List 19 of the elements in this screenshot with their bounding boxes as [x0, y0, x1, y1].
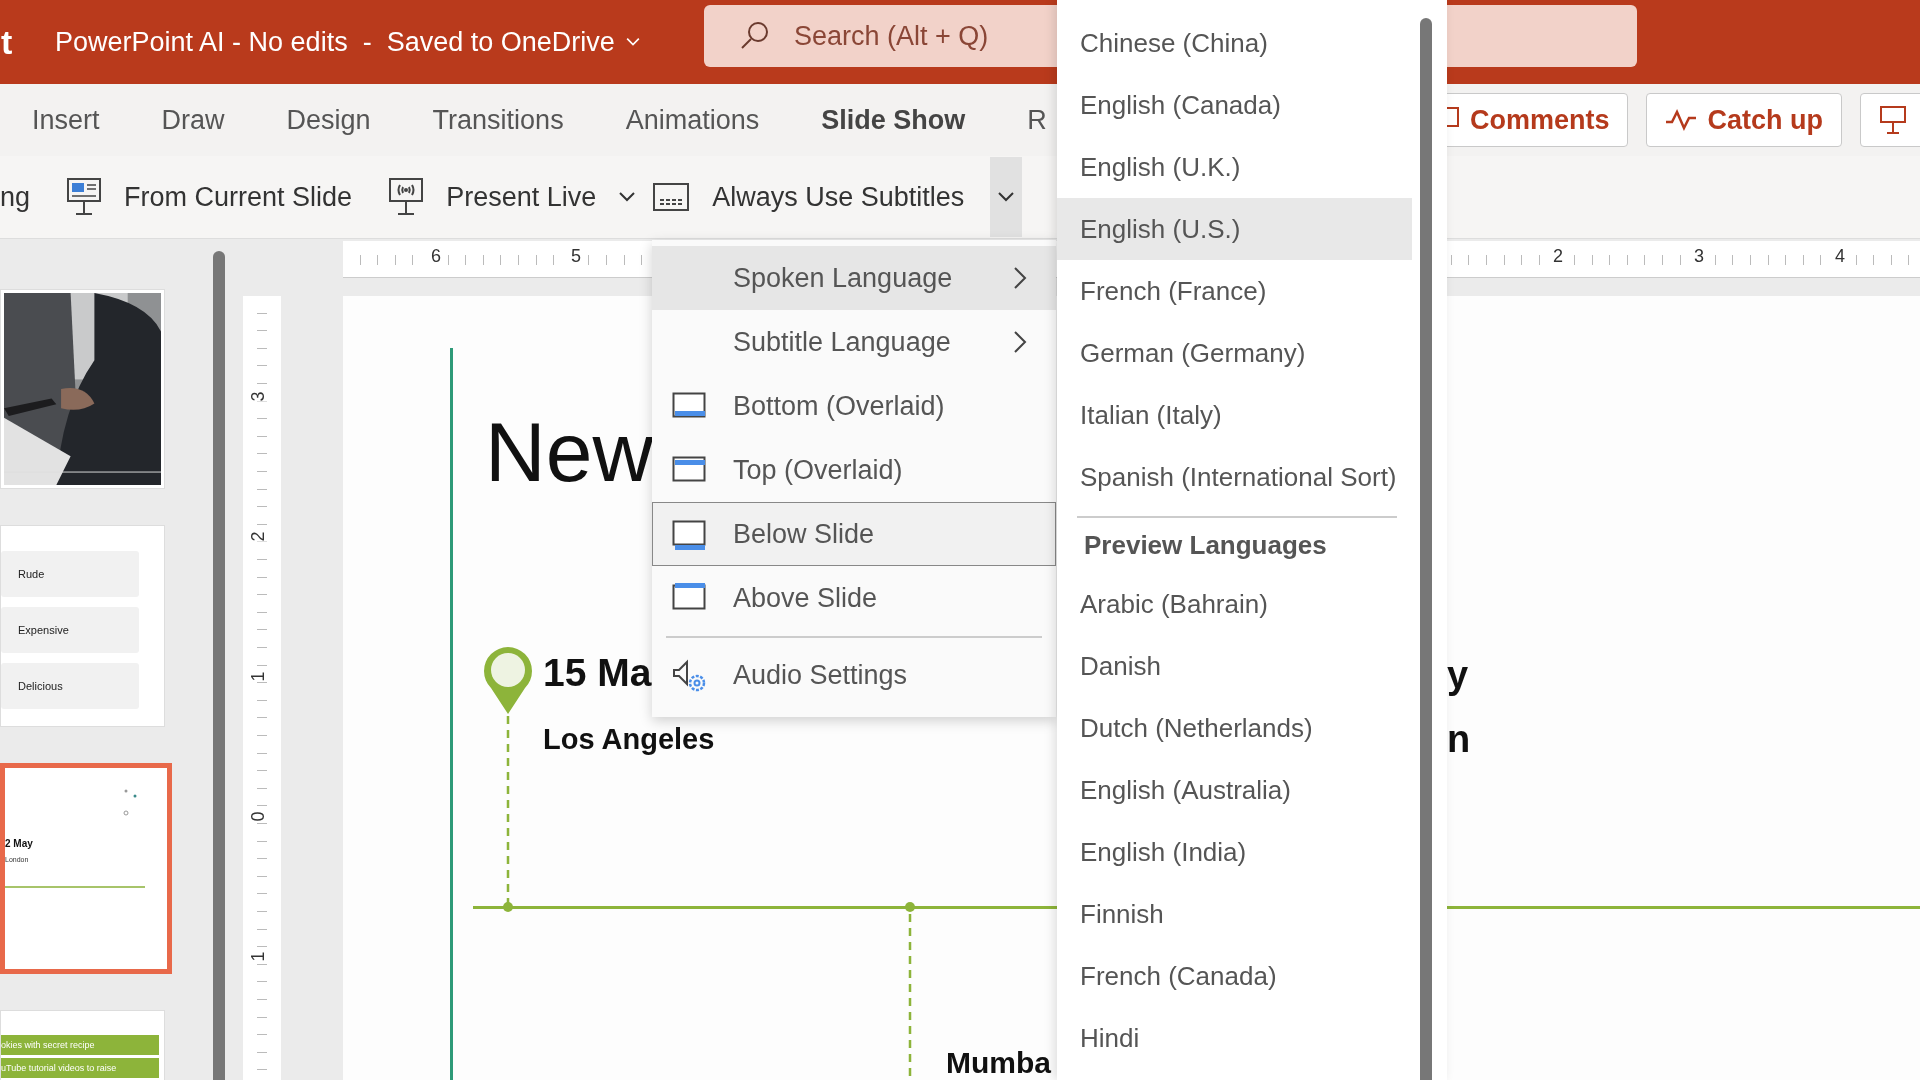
- event-place: Los Angeles: [543, 723, 715, 756]
- ruler-number: 6: [429, 246, 443, 267]
- thumbnail-text: uTube tutorial videos to raise: [1, 1058, 159, 1078]
- ruler-number: 4: [1833, 246, 1847, 267]
- thumbnail-text: Expensive: [1, 607, 139, 653]
- thumbnail-text: 2 May: [5, 838, 33, 849]
- thumbnail-text: okies with secret recipe: [1, 1035, 159, 1055]
- ruler-number: 5: [569, 246, 583, 267]
- event-date: 15 Ma: [543, 651, 652, 695]
- thumbnail-text: Rude: [1, 551, 139, 597]
- slide-text: y: [1447, 654, 1469, 697]
- event-place: Mumba: [946, 1048, 1051, 1078]
- thumbnail-text: Delicious: [1, 663, 139, 709]
- section-heading: Preview Languages: [1083, 529, 1328, 562]
- slide-text: n: [1447, 718, 1471, 761]
- ruler-number: 2: [1551, 246, 1565, 267]
- app-name: t: [1, 22, 14, 62]
- ruler-number: 3: [1692, 246, 1706, 267]
- slide-title: New: [485, 404, 654, 501]
